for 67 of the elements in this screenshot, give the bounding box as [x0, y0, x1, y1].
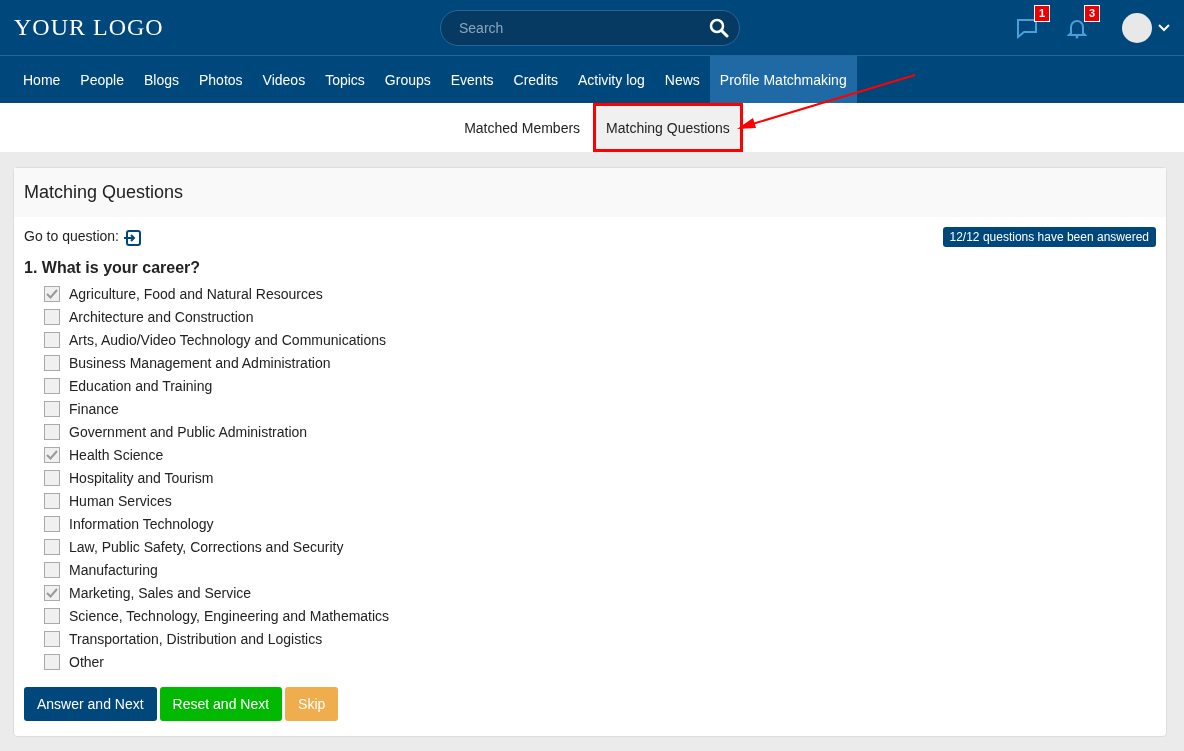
option-label: Information Technology — [69, 515, 214, 532]
checkbox[interactable] — [44, 515, 60, 532]
checkbox[interactable] — [44, 446, 60, 463]
search-input[interactable]: Search — [457, 18, 709, 37]
option-label: Hospitality and Tourism — [69, 469, 214, 486]
nav-item[interactable]: Blogs — [133, 56, 189, 103]
search-field[interactable]: Search — [440, 9, 740, 46]
checkbox[interactable] — [44, 584, 60, 601]
checkbox[interactable] — [44, 400, 60, 417]
nav-item[interactable]: Events — [440, 56, 504, 103]
checkbox[interactable] — [44, 538, 60, 555]
nav-item[interactable]: Credits — [503, 56, 568, 103]
nav-item[interactable]: Photos — [189, 56, 253, 103]
checkbox[interactable] — [44, 285, 60, 302]
question-title: 1. What is your career? — [24, 259, 202, 277]
option-label: Human Services — [69, 492, 172, 509]
option-label: Marketing, Sales and Service — [69, 584, 252, 601]
option-label: Education and Training — [69, 377, 213, 394]
option-label: Agriculture, Food and Natural Resources — [69, 285, 323, 302]
option-label: Arts, Audio/Video Technology and Communications — [69, 331, 386, 348]
chat-button[interactable]: 1 — [1014, 4, 1050, 41]
nav-item[interactable]: News — [654, 56, 710, 103]
count-badge: 3 — [1083, 4, 1100, 22]
option-label: Business Management and Administration — [69, 354, 331, 371]
chevron-down-icon — [1158, 23, 1170, 32]
checkbox[interactable] — [44, 561, 60, 578]
sub-tab[interactable]: Matching Questions — [593, 103, 743, 152]
user-menu[interactable] — [1122, 12, 1170, 43]
option-label: Manufacturing — [69, 561, 158, 578]
option-label: Law, Public Safety, Corrections and Security — [69, 538, 344, 555]
answer-button[interactable]: Answer and Next — [24, 687, 157, 721]
checkbox[interactable] — [44, 377, 60, 394]
checkbox[interactable] — [44, 331, 60, 348]
goto-button[interactable] — [122, 229, 141, 246]
nav-item[interactable]: Videos — [252, 56, 316, 103]
status-badge: 12/12 questions have been answered — [942, 227, 1156, 247]
bell-button[interactable]: 3 — [1064, 4, 1100, 41]
option-label: Health Science — [69, 446, 164, 463]
option-label: Finance — [69, 400, 119, 417]
sub-tab[interactable]: Matched Members — [451, 103, 594, 152]
count-badge: 1 — [1033, 4, 1050, 22]
logo[interactable]: YOUR LOGO — [14, 14, 440, 41]
goto-label: Go to question: — [24, 228, 119, 245]
option-label: Government and Public Administration — [69, 423, 308, 440]
option-label: Architecture and Construction — [69, 308, 254, 325]
checkbox[interactable] — [44, 607, 60, 624]
option-label: Transportation, Distribution and Logistics — [69, 630, 323, 647]
nav-item[interactable]: Groups — [374, 56, 441, 103]
chat-icon — [1016, 16, 1038, 39]
nav-item[interactable]: Home — [13, 56, 71, 103]
checkbox[interactable] — [44, 354, 60, 371]
checkbox[interactable] — [44, 630, 60, 647]
nav-item[interactable]: Topics — [315, 56, 375, 103]
nav-item[interactable]: Activity log — [567, 56, 655, 103]
option-label: Science, Technology, Engineering and Mathematics — [69, 607, 390, 624]
checkbox[interactable] — [44, 423, 60, 440]
nav-item[interactable]: People — [70, 56, 134, 103]
search-icon[interactable] — [709, 17, 729, 38]
option-label: Other — [69, 653, 104, 670]
nav-item[interactable]: Profile Matchmaking — [709, 56, 857, 103]
avatar-icon — [1122, 12, 1152, 43]
enter-icon — [122, 229, 141, 246]
checkbox[interactable] — [44, 492, 60, 509]
card-title: Matching Questions — [14, 168, 1166, 217]
checkbox[interactable] — [44, 308, 60, 325]
checkbox[interactable] — [44, 653, 60, 670]
checkbox[interactable] — [44, 469, 60, 486]
